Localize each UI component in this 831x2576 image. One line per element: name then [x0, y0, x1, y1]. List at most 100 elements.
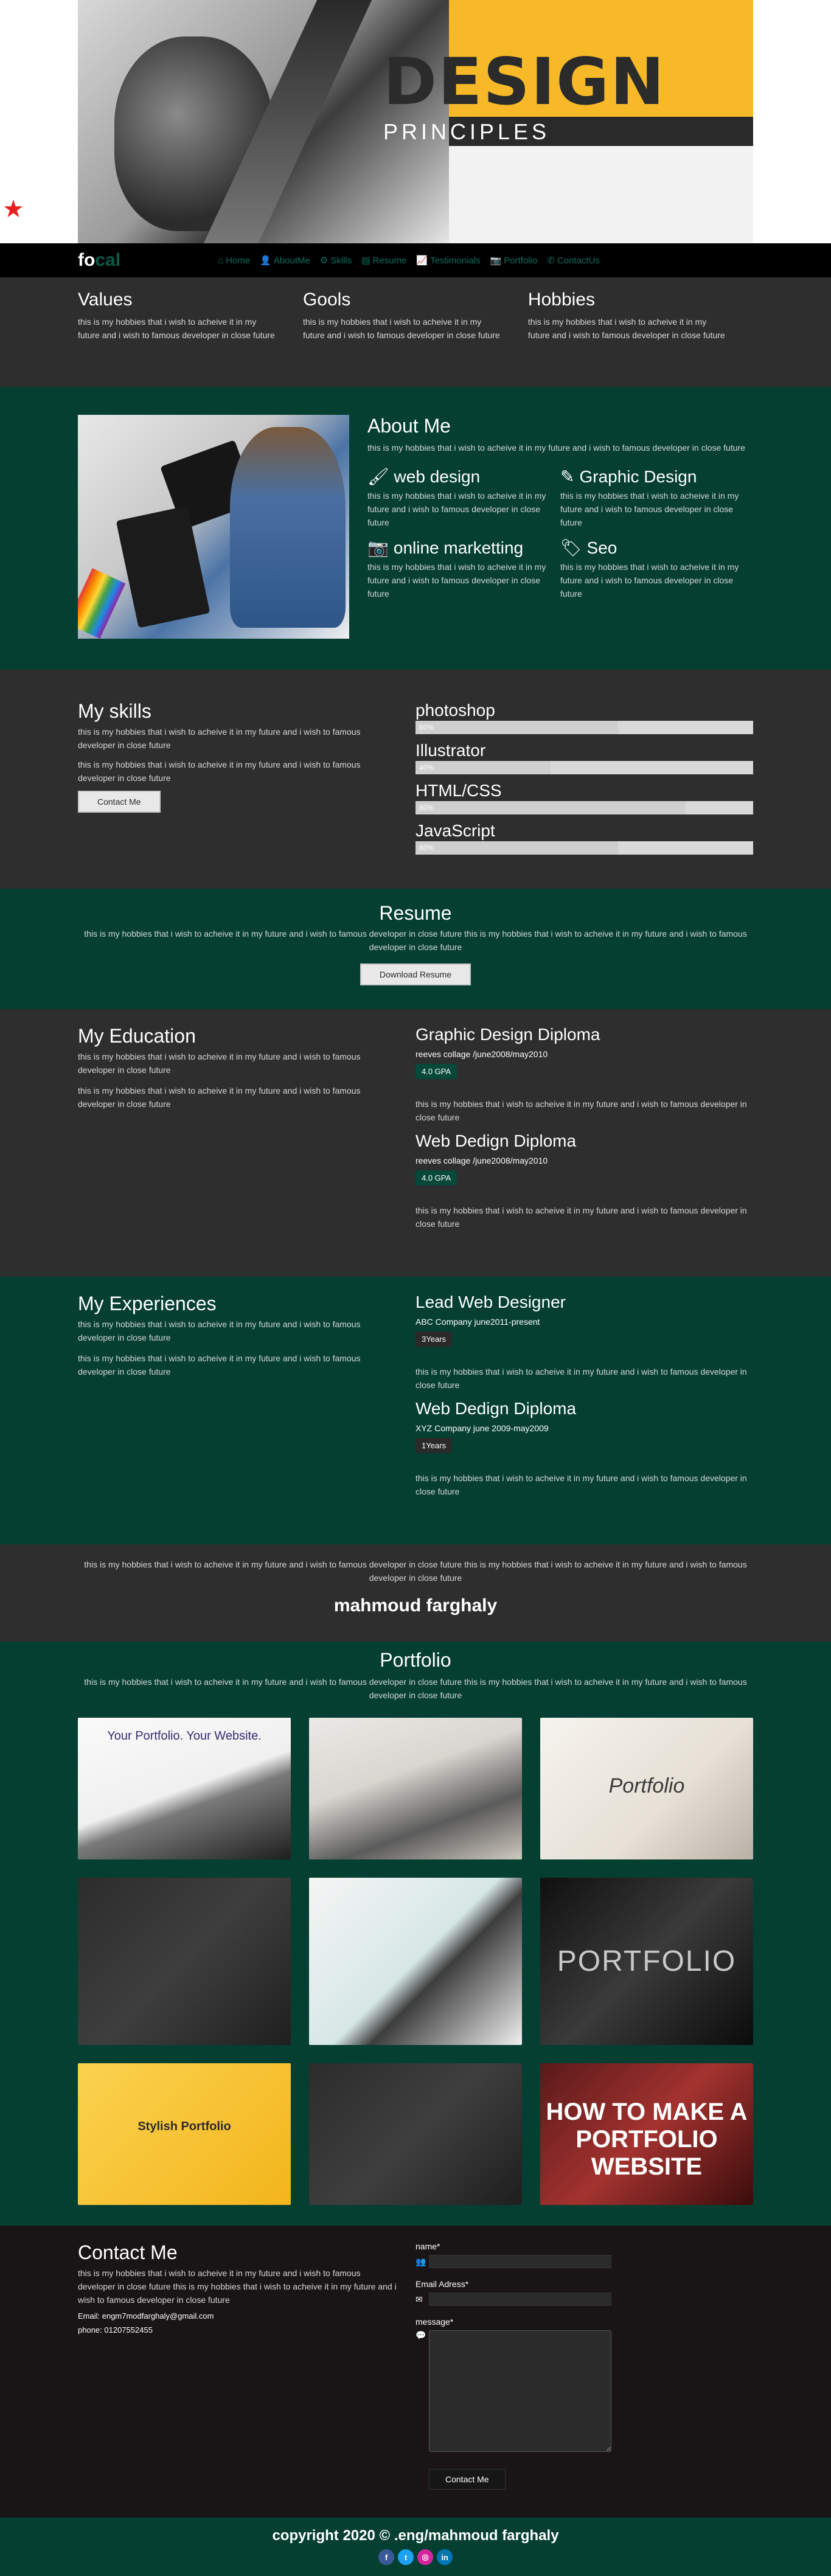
education-section: My Education this is my hobbies that i w…: [0, 1009, 831, 1277]
footer: copyright 2020 © .eng/mahmoud farghaly f…: [0, 2518, 831, 2576]
hero-word: DESIGN: [383, 44, 666, 119]
brand-part-b: cal: [95, 250, 121, 270]
hobbies-text: this is my hobbies that i wish to acheiv…: [527, 317, 725, 340]
name-label: name*: [415, 2241, 440, 2251]
service-web-design: 🖌 web design this is my hobbies that i wi…: [367, 467, 560, 529]
progress-bar: 60%: [415, 841, 753, 855]
years-badge: 3Years: [415, 1331, 452, 1347]
contact-submit-button[interactable]: Contact Me: [429, 2469, 506, 2490]
nav-item-portfolio[interactable]: 📷 Portfolio: [490, 255, 538, 266]
progress-fill: 60%: [415, 721, 618, 734]
contact-title: Contact Me: [78, 2241, 178, 2263]
portfolio-item[interactable]: [309, 1878, 522, 2045]
resume-icon: ▤: [361, 255, 370, 266]
nav-item-resume[interactable]: ▤ Resume: [361, 255, 406, 266]
education-text: this is my hobbies that i wish to acheiv…: [78, 1052, 361, 1075]
values-title: Values: [78, 290, 133, 310]
item-title: Web Dedign Diploma: [415, 1131, 577, 1150]
phone-icon: ✆: [547, 255, 555, 266]
testimonial-section: this is my hobbies that i wish to acheiv…: [0, 1544, 831, 1642]
hero-sub: PRINCIPLES: [383, 119, 551, 144]
education-item: Web Dedign Diploma reeves collage /june2…: [415, 1131, 753, 1231]
star-icon: ★: [2, 196, 24, 223]
email-input[interactable]: [429, 2293, 611, 2306]
facebook-icon[interactable]: f: [378, 2549, 394, 2565]
download-resume-button[interactable]: Download Resume: [360, 963, 471, 985]
skills-text: this is my hobbies that i wish to acheiv…: [78, 727, 361, 750]
envelope-icon: ✉: [415, 2294, 423, 2304]
resume-text: this is my hobbies that i wish to acheiv…: [84, 929, 747, 952]
progress-fill: 80%: [415, 801, 686, 814]
instagram-icon[interactable]: ◎: [417, 2549, 433, 2565]
contact-section: Contact Me this is my hobbies that i wis…: [0, 2226, 831, 2518]
gpa-badge: 4.0 GPA: [415, 1064, 457, 1079]
portfolio-item[interactable]: HOW TO MAKE A PORTFOLIO WEBSITE: [540, 2063, 753, 2205]
tile-caption: Your Portfolio. Your Website.: [107, 1729, 262, 1743]
service-text: this is my hobbies that i wish to acheiv…: [560, 491, 739, 527]
photo-person: [230, 427, 346, 628]
progress-fill: 60%: [415, 841, 618, 855]
skills-section: My skills this is my hobbies that i wish…: [0, 670, 831, 889]
comment-icon: 💬: [415, 2330, 426, 2340]
hero-section: DESIGN PRINCIPLES ★: [0, 0, 831, 243]
message-label: message*: [415, 2317, 454, 2327]
message-textarea[interactable]: [429, 2330, 611, 2452]
email-label: Email Adress*: [415, 2279, 469, 2289]
item-sub: reeves collage /june2008/may2010: [415, 1049, 548, 1059]
nav-item-skills[interactable]: ⚙ Skills: [320, 255, 352, 266]
portfolio-item[interactable]: [309, 2063, 522, 2205]
service-graphic-design: ✎ Graphic Design this is my hobbies that …: [560, 467, 753, 529]
nav-label: Testimonials: [430, 255, 481, 266]
contact-me-button[interactable]: Contact Me: [78, 791, 161, 813]
tile-caption: HOW TO MAKE A PORTFOLIO WEBSITE: [546, 2099, 748, 2181]
portfolio-item[interactable]: [78, 1878, 291, 2045]
tile-caption: PORTFOLIO: [557, 1945, 737, 1977]
nav-item-contactus[interactable]: ✆ ContactUs: [547, 255, 600, 266]
nav-item-aboutme[interactable]: 👤 AboutMe: [260, 255, 310, 266]
nav-label: Skills: [330, 255, 352, 266]
portfolio-item[interactable]: Your Portfolio. Your Website.: [78, 1718, 291, 1859]
nav-item-home[interactable]: ⌂ Home: [218, 255, 250, 266]
service-text: this is my hobbies that i wish to acheiv…: [367, 562, 546, 599]
education-title: My Education: [78, 1025, 196, 1047]
service-title: Graphic Design: [579, 467, 697, 486]
camera-icon: 📷: [367, 538, 389, 557]
nav-item-testimonials[interactable]: 📈 Testimonials: [416, 255, 480, 266]
brand-logo[interactable]: focal: [78, 250, 120, 271]
user-icon: 👥: [415, 2256, 426, 2266]
progress-fill: 40%: [415, 761, 551, 774]
linkedin-icon[interactable]: in: [437, 2549, 453, 2565]
item-sub: reeves collage /june2008/may2010: [415, 1156, 548, 1165]
name-input[interactable]: [429, 2255, 611, 2268]
resume-title: Resume: [379, 902, 452, 924]
about-title: About Me: [367, 415, 451, 437]
portfolio-item[interactable]: PORTFOLIO: [540, 1878, 753, 2045]
item-text: this is my hobbies that i wish to acheiv…: [415, 1099, 747, 1122]
skill-photoshop: photoshop 60%: [415, 700, 753, 734]
camera-icon: 📷: [490, 255, 502, 266]
contact-form: name* 👥 Email Adress* ✉ message* 💬 Conta…: [415, 2241, 753, 2490]
gools-card: Gools this is my hobbies that i wish to …: [303, 290, 528, 342]
progress-bar: 60%: [415, 721, 753, 734]
nav-label: AboutMe: [273, 255, 310, 266]
education-text: this is my hobbies that i wish to acheiv…: [78, 1086, 361, 1109]
service-title: web design: [394, 467, 481, 486]
hobbies-card: Hobbies this is my hobbies that i wish t…: [528, 290, 753, 342]
portfolio-title: Portfolio: [380, 1649, 451, 1671]
values-section: Values this is my hobbies that i wish to…: [0, 277, 831, 387]
portfolio-text: this is my hobbies that i wish to acheiv…: [84, 1677, 747, 1700]
gools-text: this is my hobbies that i wish to acheiv…: [302, 317, 500, 340]
nav-label: Portfolio: [504, 255, 538, 266]
experiences-title: My Experiences: [78, 1293, 217, 1314]
portfolio-item[interactable]: Portfolio: [540, 1718, 753, 1859]
skill-name: photoshop: [415, 701, 495, 720]
testimonial-name: mahmoud farghaly: [333, 1595, 498, 1616]
years-badge: 1Years: [415, 1438, 452, 1453]
service-title: online marketting: [393, 538, 524, 557]
portfolio-item[interactable]: Stylish Portfolio: [78, 2063, 291, 2205]
portfolio-item[interactable]: [309, 1718, 522, 1859]
twitter-icon[interactable]: t: [398, 2549, 414, 2565]
skill-name: Illustrator: [415, 741, 486, 760]
nav-label: Home: [226, 255, 251, 266]
phone-value: 01207552455: [104, 2325, 153, 2335]
